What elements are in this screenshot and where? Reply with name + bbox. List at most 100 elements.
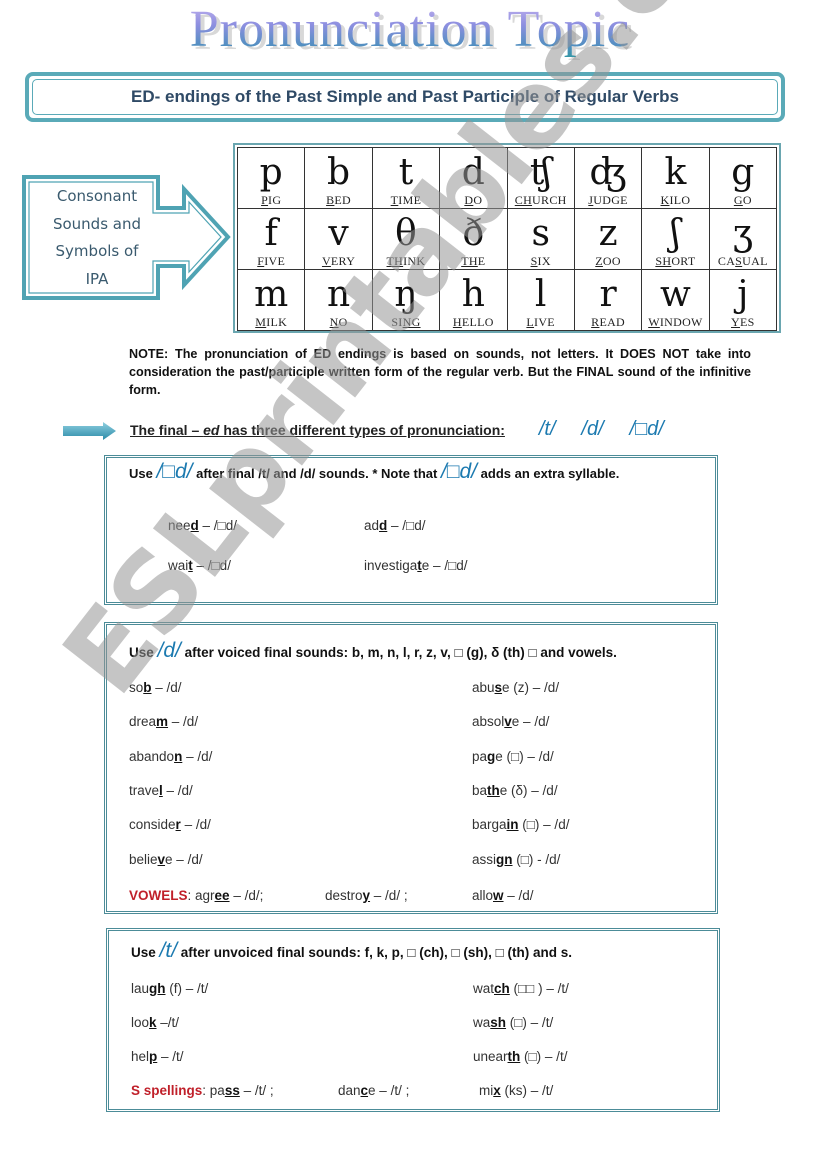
final-text-pre: The final – xyxy=(130,422,204,438)
callout-line: Symbols of xyxy=(55,242,139,260)
note-paragraph: NOTE: The pronunciation of ED endings is… xyxy=(129,347,751,397)
word-post: (□) - /d/ xyxy=(512,851,561,867)
ipa-example-word: KILO xyxy=(642,193,708,208)
ipa-cell: p PIG xyxy=(236,147,306,209)
ipa-symbol: s xyxy=(531,213,550,254)
word-sound: Y xyxy=(731,315,740,329)
example-word: believe – /d/ xyxy=(129,852,203,867)
heading-post: adds an extra syllable. xyxy=(477,466,620,481)
callout-text: Consonant Sounds and Symbols of IPA xyxy=(28,183,166,293)
ipa-cell: l LIVE xyxy=(506,269,575,331)
ipa-cell: ʧ CHURCH xyxy=(506,147,575,209)
ipa-cell: d DO xyxy=(439,147,508,209)
word-pre: destro xyxy=(325,888,363,903)
example-word: sob – /d/ xyxy=(129,680,182,695)
ipa-symbol: ð xyxy=(462,213,485,254)
ipa-symbol: ʧ xyxy=(529,152,552,193)
example-word: look –/t/ xyxy=(131,1015,179,1030)
word-pre: trave xyxy=(129,782,160,798)
word-sound: V xyxy=(321,254,331,268)
word-pre: lau xyxy=(131,981,150,996)
example-word: consider – /d/ xyxy=(129,817,211,832)
ipa-example-word: VERY xyxy=(305,254,371,269)
word-sound: CH xyxy=(514,193,533,207)
ipa-symbol: t xyxy=(398,152,414,193)
word-post: URCH xyxy=(532,193,567,207)
word-post: O xyxy=(742,193,752,207)
ipa-example-word: DO xyxy=(440,193,506,208)
word-sound: NG xyxy=(402,315,421,329)
ipa-example-word: SING xyxy=(373,315,439,330)
word-pre: pa xyxy=(472,748,488,764)
word-ending: v xyxy=(504,714,512,730)
word-ending: gh xyxy=(149,981,166,996)
ipa-row: f FIVE v VERY θ THINK ð THE s SIX z ZOO ʃ SHORT ʒ CASUA… xyxy=(236,208,778,270)
ipa-symbol: n xyxy=(326,274,351,315)
ipa-example-word: YES xyxy=(710,315,776,330)
sound-t: /t/ xyxy=(538,418,556,440)
ipa-cell: ŋ SING xyxy=(371,269,441,331)
word-pre: ad xyxy=(364,518,380,533)
ipa-cell: r READ xyxy=(573,269,643,331)
word-ending: d xyxy=(190,518,199,533)
word-post: ILO xyxy=(669,193,691,207)
word-post: IVE xyxy=(264,254,286,268)
word-post: IME xyxy=(398,193,422,207)
word-post: – /d/; xyxy=(229,888,264,903)
ipa-symbol: m xyxy=(254,274,289,315)
ipa-cell: b BED xyxy=(304,147,373,209)
word-pre: so xyxy=(129,680,144,695)
word-sound: D xyxy=(464,193,474,207)
consonant-callout: Consonant Sounds and Symbols of IPA xyxy=(22,175,232,300)
word-post: IVE xyxy=(534,315,555,329)
word-post: UAL xyxy=(742,254,768,268)
s-spellings-label: S spellings xyxy=(131,1083,203,1098)
ipa-symbol: ŋ xyxy=(394,274,418,315)
word-pre: barga xyxy=(472,817,507,833)
vowels-row: VOWELS: agree – /d/; xyxy=(129,888,263,903)
word-pre: wa xyxy=(473,1015,491,1030)
ipa-example-word: WINDOW xyxy=(642,315,708,330)
ipa-row: p PIG b BED t TIME d DO ʧ CHURCH ʤ JUDGE k KILO g GO xyxy=(236,147,778,209)
word-post: – /t/ ; xyxy=(239,1083,274,1098)
id-rule-box: Use /□d/ after final /t/ and /d/ sounds.… xyxy=(104,455,718,605)
word-post: ILK xyxy=(266,315,288,329)
word-ending: gn xyxy=(496,851,513,867)
word-pre: abu xyxy=(472,680,495,695)
word-post: – /d/ xyxy=(162,782,193,798)
word-pre: unear xyxy=(473,1049,508,1064)
example-word: help – /t/ xyxy=(131,1049,184,1064)
ipa-example-word: TIME xyxy=(373,193,439,208)
subtitle-banner: ED- endings of the Past Simple and Past … xyxy=(25,72,785,122)
heading-sound: /d/ xyxy=(157,639,181,662)
ipa-example-word: FIVE xyxy=(238,254,304,269)
word-post: ED xyxy=(334,193,352,207)
word-pre: wat xyxy=(473,981,495,996)
word-post: – /d/ xyxy=(182,748,213,764)
ipa-symbol: r xyxy=(599,274,617,315)
d-rule-box: Use /d/ after voiced final sounds: b, m,… xyxy=(104,622,718,914)
example-word: watch (□□ ) – /t/ xyxy=(473,981,569,996)
ipa-symbol: f xyxy=(264,213,278,254)
ipa-cell: m MILK xyxy=(236,269,306,331)
ipa-symbol: g xyxy=(731,152,755,193)
callout-line: IPA xyxy=(85,269,109,288)
ipa-symbol: p xyxy=(259,152,283,193)
ipa-symbol: z xyxy=(598,213,618,254)
final-ed-line: The final – ed has three different types… xyxy=(130,418,790,441)
word-ending: ch xyxy=(494,981,510,996)
word-post: e – /t/ ; xyxy=(368,1083,410,1098)
ipa-cell: ʒ CASUAL xyxy=(708,208,778,270)
example-word: wash (□) – /t/ xyxy=(473,1015,553,1030)
example-word: investigate – /□d/ xyxy=(364,558,467,573)
word-ending: w xyxy=(493,888,504,903)
ipa-cell: j YES xyxy=(708,269,778,331)
word-pre: belie xyxy=(129,851,158,867)
ipa-cell: s SIX xyxy=(506,208,575,270)
s-spellings-row: S spellings: pass – /t/ ; xyxy=(131,1083,274,1098)
word-ending: th xyxy=(507,1049,521,1064)
word-post: e – /d/ xyxy=(511,714,550,730)
word-pre: mi xyxy=(479,1083,494,1098)
word-sound: TH xyxy=(461,254,478,268)
callout-line: Sounds and xyxy=(52,214,142,233)
